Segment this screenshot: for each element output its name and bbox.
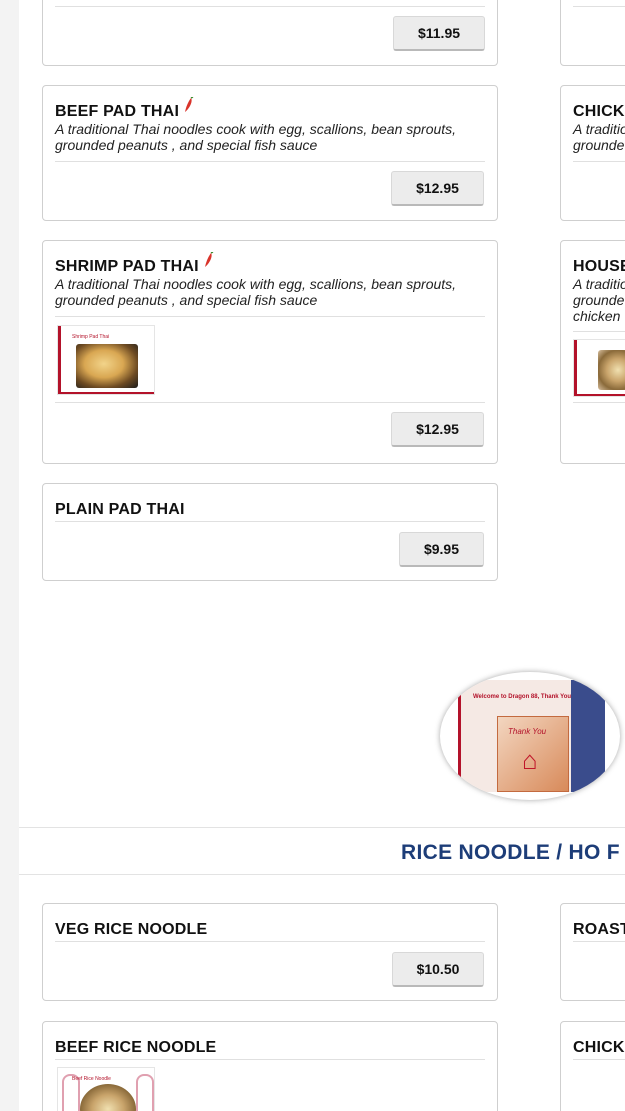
menu-item-beef-rice-noodle: BEEF RICE NOODLE Beef Rice Noodle bbox=[42, 1021, 498, 1111]
item-title: ROAST bbox=[573, 921, 625, 938]
food-image bbox=[76, 344, 138, 388]
item-title: PLAIN PAD THAI bbox=[55, 501, 185, 518]
price-button[interactable]: $10.50 bbox=[392, 952, 484, 987]
menu-item-plain-pad-thai: PLAIN PAD THAI $9.95 bbox=[42, 483, 498, 581]
photo-frame bbox=[58, 326, 61, 394]
divider bbox=[55, 316, 485, 317]
divider bbox=[55, 161, 485, 162]
divider bbox=[55, 521, 485, 522]
item-title-text: BEEF PAD THAI bbox=[55, 103, 180, 120]
item-photo[interactable]: Shrimp Pad Thai bbox=[57, 325, 155, 395]
chili-pepper-icon bbox=[202, 251, 214, 273]
item-title: HOUSE bbox=[573, 258, 625, 275]
divider bbox=[573, 331, 625, 332]
item-title: VEG RICE NOODLE bbox=[55, 921, 208, 938]
photo-frame bbox=[574, 394, 625, 396]
promo-thank-you-image: Welcome to Dragon 88, Thank You! Thank Y… bbox=[440, 672, 620, 800]
menu-page: $11.95 BEEF PAD THAI A traditional Thai … bbox=[19, 0, 625, 1111]
item-title: BEEF PAD THAI bbox=[55, 96, 194, 121]
menu-item-veg-rice-noodle: VEG RICE NOODLE $10.50 bbox=[42, 903, 498, 1001]
item-description: A traditional Thai noodles cook with egg… bbox=[55, 121, 457, 153]
menu-item-card: $11.95 bbox=[42, 0, 498, 66]
desc-line: grounde bbox=[573, 292, 625, 308]
item-title-text: SHRIMP PAD THAI bbox=[55, 258, 199, 275]
section-header: RICE NOODLE / HO F bbox=[19, 827, 625, 875]
promo-welcome-text: Welcome to Dragon 88, Thank You! bbox=[473, 694, 574, 700]
item-photo[interactable] bbox=[573, 339, 625, 397]
dragon-decoration bbox=[136, 1074, 154, 1111]
desc-line: A traditio bbox=[573, 121, 625, 137]
price-button[interactable]: $9.95 bbox=[399, 532, 484, 567]
menu-item-card-partial: CHICK A traditio grounde bbox=[560, 85, 625, 221]
photo-caption: Shrimp Pad Thai bbox=[72, 334, 110, 340]
food-image bbox=[80, 1084, 136, 1111]
item-title: CHICK bbox=[573, 1039, 625, 1056]
takeout-box: Thank You ⌂ bbox=[497, 716, 569, 792]
photo-caption: Beef Rice Noodle bbox=[72, 1076, 111, 1082]
divider bbox=[573, 1059, 625, 1060]
blue-background bbox=[571, 680, 605, 792]
item-description: A traditional Thai noodles cook with egg… bbox=[55, 276, 457, 308]
item-description: A traditio grounde bbox=[573, 121, 625, 153]
photo-frame bbox=[58, 392, 154, 394]
item-title: SHRIMP PAD THAI bbox=[55, 251, 214, 276]
menu-item-beef-pad-thai: BEEF PAD THAI A traditional Thai noodles… bbox=[42, 85, 498, 221]
photo-frame bbox=[574, 340, 577, 396]
promo-inner: Welcome to Dragon 88, Thank You! Thank Y… bbox=[458, 680, 605, 792]
food-image bbox=[598, 350, 625, 390]
menu-item-card-partial: ROAST bbox=[560, 903, 625, 1001]
desc-line: A traditio bbox=[573, 276, 625, 292]
item-description: A traditio grounde chicken bbox=[573, 276, 625, 324]
menu-item-card bbox=[560, 0, 625, 66]
thank-you-text: Thank You bbox=[508, 727, 547, 736]
divider bbox=[573, 941, 625, 942]
menu-item-card-partial: CHICK bbox=[560, 1021, 625, 1111]
divider bbox=[573, 161, 625, 162]
price-button[interactable]: $12.95 bbox=[391, 412, 484, 447]
divider bbox=[573, 6, 625, 7]
chili-pepper-icon bbox=[182, 96, 194, 118]
divider bbox=[55, 941, 485, 942]
menu-item-card-partial: HOUSE A traditio grounde chicken bbox=[560, 240, 625, 464]
divider bbox=[573, 402, 625, 403]
desc-line: grounde bbox=[573, 137, 625, 153]
price-button[interactable]: $12.95 bbox=[391, 171, 484, 206]
desc-line: chicken bbox=[573, 308, 621, 324]
item-title: BEEF RICE NOODLE bbox=[55, 1039, 217, 1056]
price-button[interactable]: $11.95 bbox=[393, 16, 485, 51]
pagoda-icon: ⌂ bbox=[522, 745, 538, 775]
divider bbox=[55, 1059, 485, 1060]
section-title: RICE NOODLE / HO F bbox=[401, 841, 620, 864]
divider bbox=[55, 6, 485, 7]
item-title: CHICK bbox=[573, 103, 625, 120]
divider bbox=[55, 402, 485, 403]
item-photo[interactable]: Beef Rice Noodle bbox=[57, 1067, 155, 1111]
menu-item-shrimp-pad-thai: SHRIMP PAD THAI A traditional Thai noodl… bbox=[42, 240, 498, 464]
